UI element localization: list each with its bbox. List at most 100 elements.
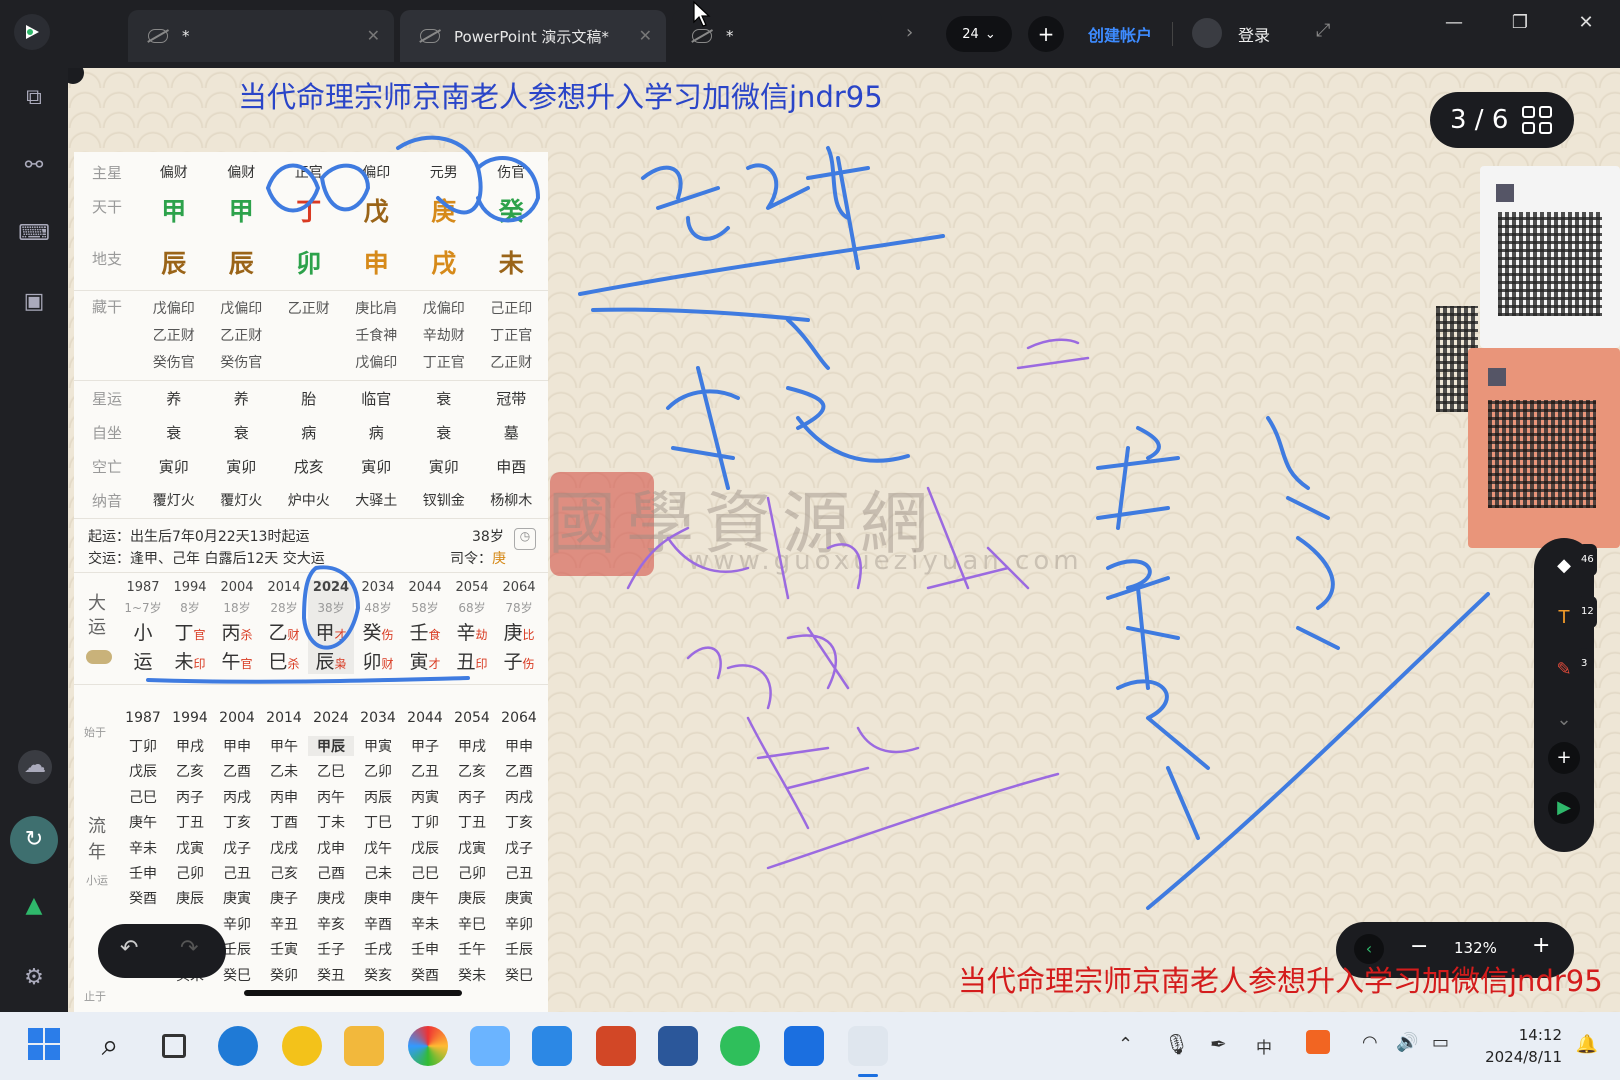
close-icon[interactable]: ✕ [639, 26, 652, 45]
document-icon[interactable]: ⧉ [18, 82, 50, 114]
pen-icon[interactable]: ✎ 3 [1548, 648, 1591, 686]
battery-icon[interactable]: ▭ [1432, 1032, 1449, 1053]
edge-icon[interactable] [218, 1026, 258, 1066]
microphone-icon[interactable]: 🎙 [1164, 1032, 1189, 1056]
clock-time: 14:12 [1518, 1026, 1562, 1044]
wechat-icon[interactable] [720, 1026, 760, 1066]
ink-stroke [146, 676, 470, 684]
graduation-icon[interactable]: ▲ [18, 890, 50, 922]
text-count: 12 [1578, 596, 1597, 628]
ink-stroke [766, 772, 1060, 870]
avatar[interactable] [1192, 18, 1222, 48]
undo-icon[interactable]: ↶ [120, 936, 138, 961]
sogou-icon[interactable] [1306, 1030, 1330, 1054]
sync-icon[interactable]: ↻ [10, 816, 58, 864]
title-bar: * ✕ PowerPoint 演示文稿* ✕ * › 24 ⌄ + 创建帐户 登… [0, 0, 1620, 68]
eraser-icon[interactable]: ◆ 46 [1548, 544, 1597, 582]
create-account-link[interactable]: 创建帐户 [1088, 22, 1152, 46]
powerpoint-icon[interactable] [596, 1026, 636, 1066]
chrome-icon[interactable] [408, 1026, 448, 1066]
page-count-dropdown[interactable]: 24 ⌄ [946, 16, 1012, 52]
tab-1-label: * [182, 27, 190, 45]
keyboard-icon[interactable]: ⌨ [18, 218, 50, 250]
ink-circle [266, 135, 540, 223]
cursor-icon [693, 0, 711, 27]
chevron-up-icon[interactable]: ⌃ [1118, 1034, 1133, 1055]
tab-3-label: * [726, 27, 734, 45]
app-logo-icon[interactable] [14, 14, 50, 50]
redo-icon[interactable]: ↷ [180, 936, 198, 961]
login-link[interactable]: 登录 [1238, 22, 1270, 46]
zoom-in-button[interactable]: + [1532, 933, 1550, 958]
cloud-sync-icon[interactable]: ☁ [18, 750, 52, 784]
ink-stroke [1106, 576, 1210, 840]
close-icon[interactable]: ✕ [367, 26, 380, 45]
qr-code-icon [1488, 400, 1596, 508]
divider [1172, 22, 1173, 46]
taskbar: ⌕ ⌃ 🎙 ✒ 中 ◠ 🔊 ▭ 14:12 2024/8/11 🔔 [0, 1012, 1620, 1080]
ink-stroke [626, 486, 1030, 600]
eraser-count: 46 [1578, 544, 1597, 576]
app-icon[interactable] [282, 1026, 322, 1066]
ink-stroke [591, 307, 810, 322]
ink-stroke [1016, 338, 1090, 370]
save-icon[interactable]: ▣ [18, 286, 50, 318]
binoculars-icon[interactable]: ⚯ [18, 150, 50, 182]
zoom-out-button[interactable]: − [1410, 934, 1428, 959]
task-view-icon[interactable] [154, 1026, 194, 1066]
search-icon[interactable]: ⌕ [90, 1026, 130, 1066]
ime-icon[interactable]: 中 [1256, 1034, 1272, 1058]
zoom-level: 132% [1454, 939, 1497, 957]
gear-icon[interactable]: ⚙ [18, 962, 50, 994]
add-tab-button[interactable]: + [1028, 16, 1064, 52]
add-button[interactable]: + [1548, 742, 1580, 774]
avatar [1488, 368, 1506, 386]
maximize-button[interactable]: ❐ [1500, 12, 1540, 33]
wifi-icon[interactable]: ◠ [1362, 1032, 1378, 1053]
page-count-value: 24 [962, 26, 979, 42]
app-window: * ✕ PowerPoint 演示文稿* ✕ * › 24 ⌄ + 创建帐户 登… [0, 0, 1620, 1012]
app-logo-icon[interactable]: ▶ [1548, 792, 1580, 824]
ink-circle [302, 565, 360, 650]
handwriting-layer [146, 135, 1490, 910]
ink-stroke [666, 318, 910, 490]
close-window-button[interactable]: ✕ [1566, 12, 1606, 33]
text-tool-icon[interactable]: T 12 [1548, 596, 1597, 634]
cloud-off-icon [148, 29, 168, 43]
app-logo-icon[interactable] [848, 1026, 888, 1066]
app-icon[interactable] [470, 1026, 510, 1066]
qr-code-icon [1498, 212, 1602, 316]
word-icon[interactable] [658, 1026, 698, 1066]
chevron-right-icon[interactable]: › [906, 22, 913, 43]
qr-card-1[interactable] [1480, 166, 1620, 348]
slide-footline: 当代命理宗师京南老人参想升入学习加微信jndr95 [958, 964, 1603, 998]
active-indicator [858, 1074, 878, 1077]
slide-canvas[interactable]: 当代命理宗师京南老人参想升入学习加微信jndr95 3 / 6 主星 偏财 偏财正… [68, 68, 1620, 1012]
undo-redo-bar: ↶ ↷ [98, 924, 226, 978]
windows-start-icon[interactable] [26, 1026, 66, 1066]
tab-2[interactable]: PowerPoint 演示文稿* ✕ [400, 10, 666, 62]
ink-stroke [1266, 416, 1340, 650]
qr-card-2[interactable] [1468, 348, 1620, 548]
tab-1[interactable]: * ✕ [128, 10, 394, 62]
ink-stroke [686, 626, 850, 710]
chevron-down-icon[interactable]: ⌄ [1548, 704, 1580, 736]
ink-stroke [578, 234, 945, 296]
photos-icon[interactable] [784, 1026, 824, 1066]
expand-icon[interactable]: ⤢ [1316, 20, 1330, 41]
ink-stroke [746, 716, 920, 830]
pen-count: 3 [1578, 648, 1591, 680]
volume-icon[interactable]: 🔊 [1396, 1032, 1418, 1053]
ink-stroke [1096, 426, 1180, 590]
pen-icon[interactable]: ✒ [1210, 1032, 1227, 1056]
clock[interactable]: 14:12 2024/8/11 [1485, 1024, 1562, 1068]
cloud-off-icon [692, 29, 712, 43]
mail-icon[interactable] [532, 1026, 572, 1066]
chevron-down-icon: ⌄ [984, 26, 996, 42]
folder-icon[interactable] [344, 1026, 384, 1066]
tab-2-label: PowerPoint 演示文稿* [454, 27, 609, 46]
notification-icon[interactable]: 🔔 [1576, 1034, 1598, 1055]
cloud-off-icon [420, 29, 440, 43]
minimize-button[interactable]: — [1434, 12, 1474, 33]
scroll-handle[interactable] [244, 990, 462, 996]
